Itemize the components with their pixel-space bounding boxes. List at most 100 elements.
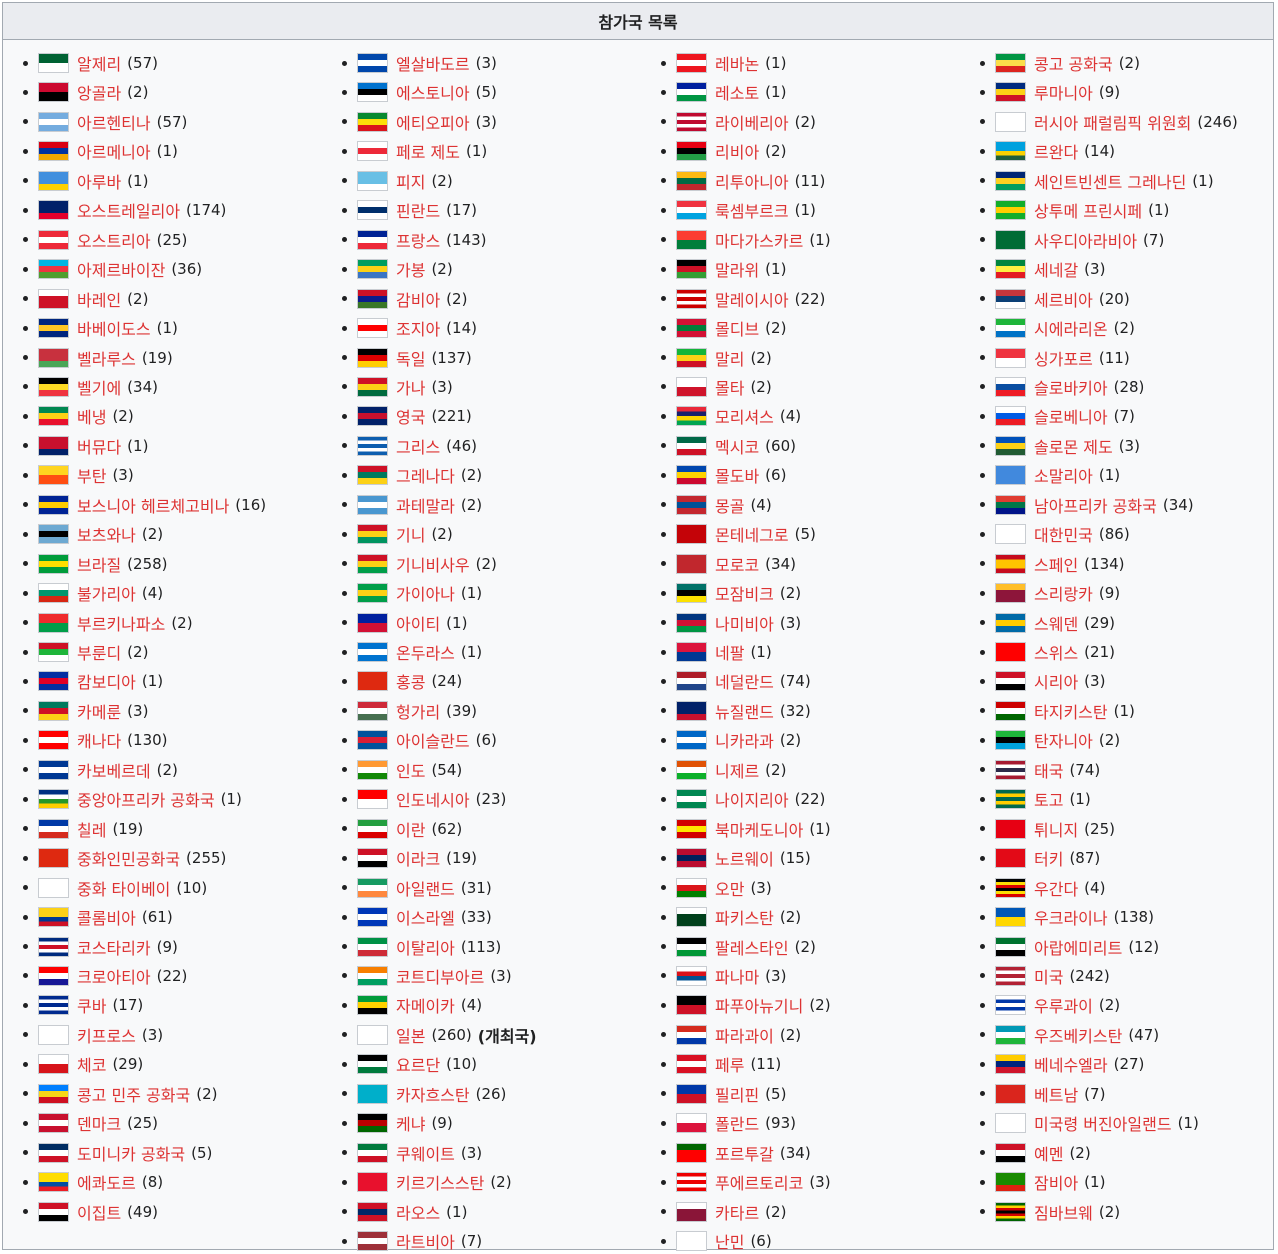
- country-link[interactable]: 파키스탄: [715, 905, 774, 929]
- country-link[interactable]: 태국: [1034, 758, 1063, 782]
- country-link[interactable]: 인도: [396, 758, 425, 782]
- country-link[interactable]: 파푸아뉴기니: [715, 993, 803, 1017]
- flag-icon[interactable]: [38, 818, 69, 839]
- flag-icon[interactable]: [38, 700, 69, 721]
- country-link[interactable]: 아제르바이잔: [77, 257, 165, 281]
- flag-icon[interactable]: [676, 700, 707, 721]
- flag-icon[interactable]: [995, 111, 1026, 132]
- flag-icon[interactable]: [357, 789, 388, 810]
- flag-icon[interactable]: [38, 907, 69, 928]
- country-link[interactable]: 케냐: [396, 1111, 425, 1135]
- flag-icon[interactable]: [38, 494, 69, 515]
- flag-icon[interactable]: [38, 1054, 69, 1075]
- flag-icon[interactable]: [995, 170, 1026, 191]
- flag-icon[interactable]: [357, 848, 388, 869]
- country-link[interactable]: 네덜란드: [715, 669, 774, 693]
- flag-icon[interactable]: [357, 406, 388, 427]
- flag-icon[interactable]: [357, 700, 388, 721]
- country-link[interactable]: 부룬디: [77, 640, 121, 664]
- flag-icon[interactable]: [38, 848, 69, 869]
- country-link[interactable]: 앙골라: [77, 80, 121, 104]
- flag-icon[interactable]: [995, 200, 1026, 221]
- country-link[interactable]: 남아프리카 공화국: [1034, 493, 1157, 517]
- country-link[interactable]: 모리셔스: [715, 404, 774, 428]
- flag-icon[interactable]: [995, 877, 1026, 898]
- flag-icon[interactable]: [357, 82, 388, 103]
- country-link[interactable]: 우간다: [1034, 876, 1078, 900]
- country-link[interactable]: 이집트: [77, 1200, 121, 1224]
- country-link[interactable]: 이탈리아: [396, 935, 455, 959]
- country-link[interactable]: 카자흐스탄: [396, 1082, 470, 1106]
- flag-icon[interactable]: [676, 53, 707, 73]
- country-link[interactable]: 오스트리아: [77, 228, 151, 252]
- flag-icon[interactable]: [357, 376, 388, 397]
- flag-icon[interactable]: [995, 53, 1026, 73]
- country-link[interactable]: 쿠웨이트: [396, 1141, 455, 1165]
- flag-icon[interactable]: [995, 642, 1026, 662]
- country-link[interactable]: 그리스: [396, 434, 440, 458]
- flag-icon[interactable]: [995, 406, 1026, 427]
- flag-icon[interactable]: [995, 1172, 1026, 1193]
- flag-icon[interactable]: [676, 907, 707, 928]
- flag-icon[interactable]: [676, 465, 707, 486]
- country-link[interactable]: 예멘: [1034, 1141, 1063, 1165]
- flag-icon[interactable]: [995, 259, 1026, 280]
- country-link[interactable]: 자메이카: [396, 993, 455, 1017]
- country-link[interactable]: 잠비아: [1034, 1170, 1078, 1194]
- country-link[interactable]: 니카라과: [715, 728, 774, 752]
- country-link[interactable]: 파라과이: [715, 1023, 774, 1047]
- flag-icon[interactable]: [995, 1083, 1026, 1104]
- country-link[interactable]: 쿠바: [77, 993, 106, 1017]
- flag-icon[interactable]: [676, 818, 707, 839]
- country-link[interactable]: 이라크: [396, 846, 440, 870]
- flag-icon[interactable]: [38, 671, 69, 692]
- flag-icon[interactable]: [676, 877, 707, 898]
- country-link[interactable]: 에스토니아: [396, 80, 470, 104]
- country-link[interactable]: 홍콩: [396, 669, 425, 693]
- country-link[interactable]: 가나: [396, 375, 425, 399]
- country-link[interactable]: 이스라엘: [396, 905, 455, 929]
- flag-icon[interactable]: [676, 553, 707, 574]
- country-link[interactable]: 레바논: [715, 51, 759, 75]
- country-link[interactable]: 미국: [1034, 964, 1063, 988]
- flag-icon[interactable]: [357, 1024, 388, 1045]
- country-link[interactable]: 몰디브: [715, 316, 759, 340]
- flag-icon[interactable]: [357, 877, 388, 898]
- country-link[interactable]: 중화 타이베이: [77, 876, 170, 900]
- country-link[interactable]: 세인트빈센트 그레나딘: [1034, 169, 1186, 193]
- country-link[interactable]: 시리아: [1034, 669, 1078, 693]
- country-link[interactable]: 노르웨이: [715, 846, 774, 870]
- country-link[interactable]: 스리랑카: [1034, 581, 1093, 605]
- flag-icon[interactable]: [38, 435, 69, 456]
- country-link[interactable]: 레소토: [715, 80, 759, 104]
- country-link[interactable]: 나미비아: [715, 611, 774, 635]
- flag-icon[interactable]: [676, 1024, 707, 1045]
- flag-icon[interactable]: [995, 318, 1026, 339]
- flag-icon[interactable]: [38, 1172, 69, 1193]
- country-link[interactable]: 헝가리: [396, 699, 440, 723]
- country-link[interactable]: 마다가스카르: [715, 228, 803, 252]
- country-link[interactable]: 네팔: [715, 640, 744, 664]
- flag-icon[interactable]: [676, 965, 707, 986]
- flag-icon[interactable]: [995, 936, 1026, 957]
- country-link[interactable]: 엘살바도르: [396, 51, 470, 75]
- flag-icon[interactable]: [995, 700, 1026, 721]
- flag-icon[interactable]: [38, 53, 69, 73]
- country-link[interactable]: 가봉: [396, 257, 425, 281]
- flag-icon[interactable]: [995, 1054, 1026, 1075]
- country-link[interactable]: 대한민국: [1034, 522, 1093, 546]
- country-link[interactable]: 니제르: [715, 758, 759, 782]
- country-link[interactable]: 라오스: [396, 1200, 440, 1224]
- flag-icon[interactable]: [357, 465, 388, 486]
- country-link[interactable]: 스위스: [1034, 640, 1078, 664]
- country-link[interactable]: 상투메 프린시페: [1034, 198, 1142, 222]
- country-link[interactable]: 우크라이나: [1034, 905, 1108, 929]
- country-link[interactable]: 오스트레일리아: [77, 198, 180, 222]
- flag-icon[interactable]: [357, 1201, 388, 1222]
- flag-icon[interactable]: [676, 730, 707, 751]
- flag-icon[interactable]: [995, 465, 1026, 486]
- flag-icon[interactable]: [995, 759, 1026, 780]
- country-link[interactable]: 인도네시아: [396, 787, 470, 811]
- country-link[interactable]: 라트비아: [396, 1229, 455, 1253]
- country-link[interactable]: 뉴질랜드: [715, 699, 774, 723]
